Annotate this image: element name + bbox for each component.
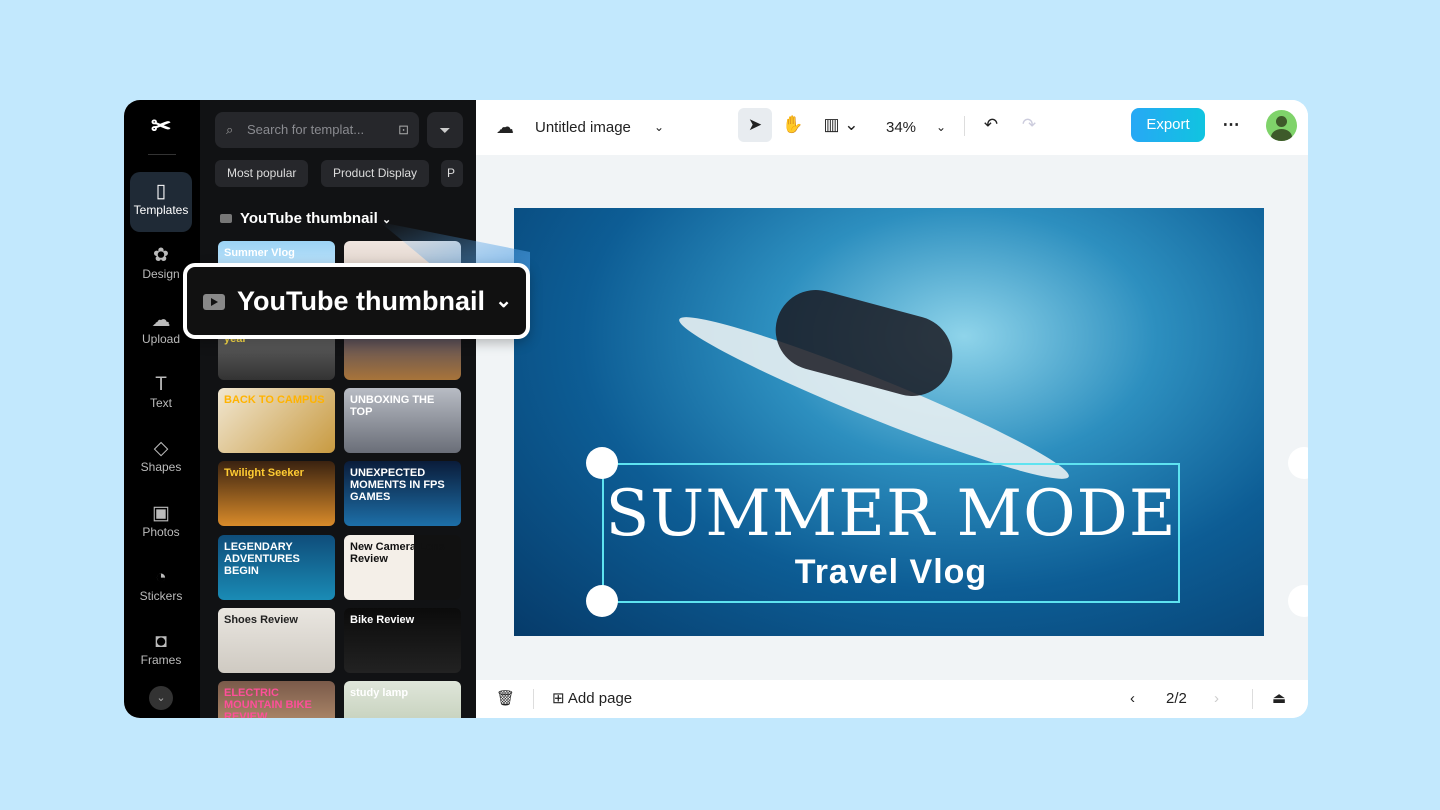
template-thumbnail[interactable]: UNEXPECTED MOMENTS IN FPS GAMES [344,461,461,526]
youtube-icon [203,294,225,310]
divider [1252,689,1253,709]
template-thumbnail[interactable]: Twilight Seeker [218,461,335,526]
next-page-icon[interactable]: › [1214,680,1219,718]
chip-more[interactable]: P [441,160,463,187]
capcut-logo[interactable]: ✂ [146,112,176,140]
shapes-icon: ◇ [153,438,169,460]
template-thumbnail[interactable]: study lamp [344,681,461,718]
bottom-bar: 🗑 ⊞ Add page ‹ 2/2 › ⏏ [476,680,1308,718]
sidebar-item-label: Upload [141,331,181,346]
cloud-save-icon[interactable]: ☁ [496,100,514,155]
template-thumbnail[interactable]: Bike Review [344,608,461,673]
youtube-icon [220,214,232,223]
text-selection-box[interactable]: SUMMER MODE Travel Vlog [602,463,1180,603]
left-rail: ✂ ▯ Templates ✿ Design ☁ Upload T Text ◇ Shapes ▣ P… [124,100,200,718]
sidebar-item-label: Stickers [139,588,183,603]
search-input[interactable]: ⌕ Search for templat... ⊡ [215,112,419,148]
section-title[interactable]: YouTube thumbnail ⌄ [220,210,391,227]
templates-panel: ⌕ Search for templat... ⊡ ⏷ Most popular… [200,100,548,718]
divider [148,154,176,155]
layout-icon[interactable]: ▥ ⌄ [816,108,866,142]
sidebar-item-label: Design [142,267,180,282]
add-page-icon: ⊞ [552,690,565,707]
template-thumbnail[interactable]: Shoes Review [218,608,335,673]
templates-icon: ▯ [155,181,167,202]
sidebar-item-stickers[interactable]: ◔ Stickers [130,558,192,618]
design-icon: ✿ [153,245,169,267]
photos-icon: ▣ [152,502,170,524]
subhead-text[interactable]: Travel Vlog [604,553,1178,592]
chip-product-display[interactable]: Product Display [321,160,430,187]
sidebar-item-label: Templates [133,203,189,217]
canvas-image[interactable]: SUMMER MODE Travel Vlog [514,208,1264,636]
undo-icon[interactable]: ↶ [974,108,1008,142]
select-tool-icon[interactable]: ➤ [738,108,772,142]
template-thumbnail[interactable]: ELECTRIC MOUNTAIN BIKE REVIEW [218,681,335,718]
chevron-down-icon[interactable]: ⌄ [654,100,664,155]
trash-icon[interactable]: 🗑 [496,680,515,718]
sidebar-item-label: Text [149,395,172,410]
add-page-button[interactable]: ⊞ Add page [552,680,632,718]
resize-handle[interactable] [586,585,618,617]
canvas-area: SUMMER MODE Travel Vlog [476,155,1308,680]
top-toolbar: ☁ Untitled image ⌄ ➤ ✋ ▥ ⌄ 34% ⌄ ↶ ↷ Exp… [476,100,1308,155]
sidebar-item-text[interactable]: T Text [130,365,192,425]
search-icon: ⌕ [226,122,234,137]
app-window: ✂ ▯ Templates ✿ Design ☁ Upload T Text ◇ Shapes ▣ P… [124,100,1308,718]
resize-handle[interactable] [1288,585,1308,617]
chevron-down-icon: ⌄ [495,290,512,312]
sidebar-item-templates[interactable]: ▯ Templates [130,172,192,232]
add-page-label: Add page [567,690,633,707]
chevron-down-icon[interactable]: ⌄ [149,686,173,710]
sidebar-item-photos[interactable]: ▣ Photos [130,494,192,554]
filter-button[interactable]: ⏷ [427,112,463,148]
template-thumbnail[interactable]: LEGENDARY ADVENTURES BEGIN [218,535,335,600]
chip-most-popular[interactable]: Most popular [215,160,309,187]
divider [533,689,534,709]
export-button[interactable]: Export [1131,108,1205,142]
stickers-icon: ◔ [155,566,167,588]
document-title[interactable]: Untitled image [535,100,631,155]
sidebar-item-label: Photos [142,524,180,539]
sidebar-item-frames[interactable]: ◘ Frames [130,622,192,682]
youtube-thumbnail-callout: YouTube thumbnail ⌄ [183,263,530,339]
image-search-icon[interactable]: ⊡ [398,112,409,148]
template-thumbnail[interactable]: New Camera Lens Review [344,535,461,600]
search-placeholder: Search for templat... [247,122,365,137]
chevron-down-icon[interactable]: ⌄ [936,100,946,155]
more-icon[interactable]: ⋯ [1214,108,1248,142]
template-thumbnail[interactable]: BACK TO CAMPUS [218,388,335,453]
resize-handle[interactable] [1288,447,1308,479]
sidebar-item-shapes[interactable]: ◇ Shapes [130,429,192,489]
hand-tool-icon[interactable]: ✋ [776,108,810,142]
divider [964,116,965,136]
headline-text[interactable]: SUMMER MODE [604,477,1178,551]
page-indicator: 2/2 [1166,690,1187,707]
redo-icon[interactable]: ↷ [1012,108,1046,142]
frames-icon: ◘ [155,631,167,653]
page-manager-icon[interactable]: ⏏ [1272,680,1286,718]
template-thumbnail[interactable]: UNBOXING THE TOP [344,388,461,453]
section-label: YouTube thumbnail [240,210,378,227]
resize-handle[interactable] [586,447,618,479]
zoom-level[interactable]: 34% [886,100,916,155]
prev-page-icon[interactable]: ‹ [1130,680,1135,718]
sidebar-item-label: Shapes [140,460,182,475]
text-icon: T [155,373,167,395]
sidebar-item-label: Frames [140,653,182,668]
avatar[interactable] [1266,110,1297,141]
callout-label: YouTube thumbnail [237,286,485,316]
